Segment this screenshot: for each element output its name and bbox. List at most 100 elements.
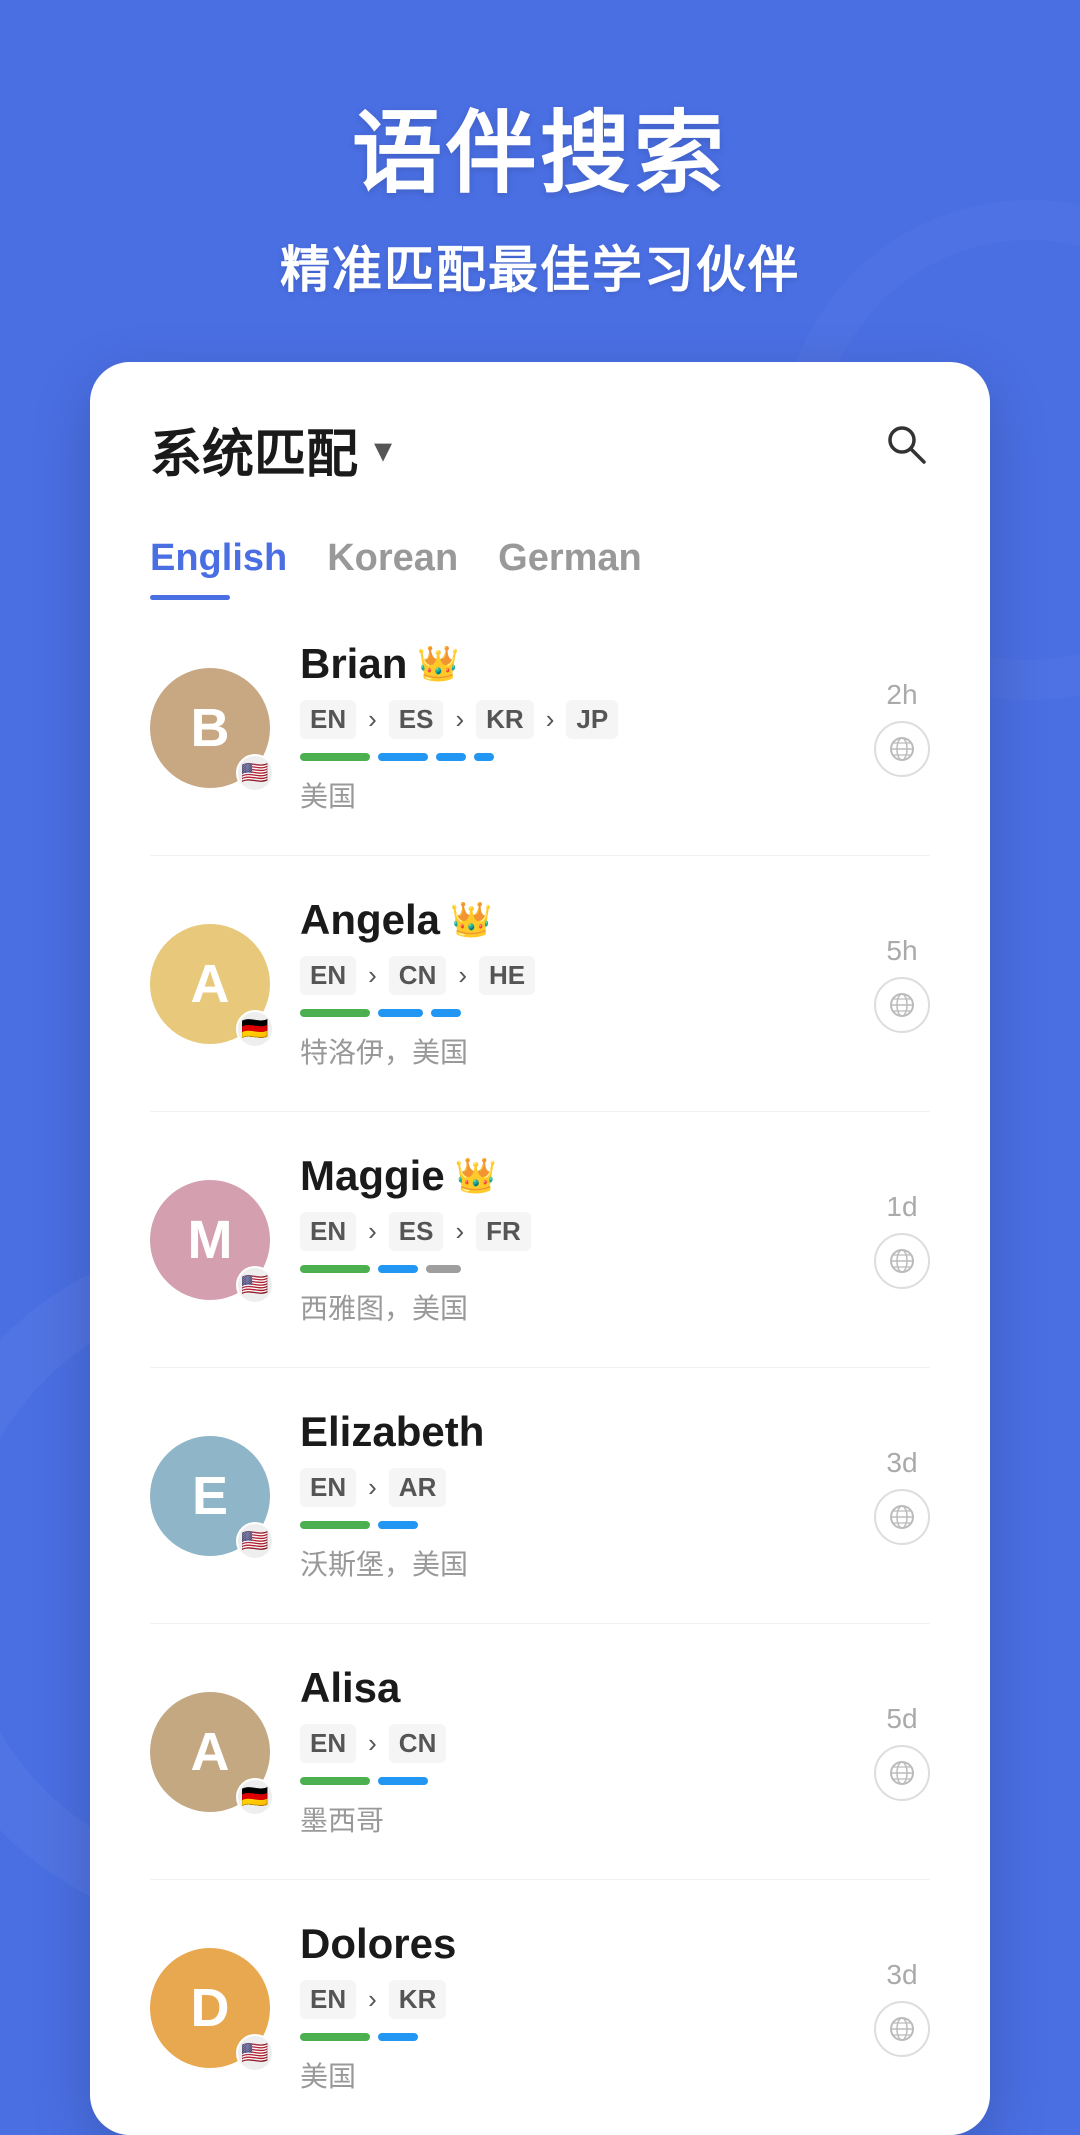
location-text: 墨西哥 (300, 1799, 844, 1839)
user-name: Brian (300, 640, 407, 688)
avatar: D🇺🇸 (150, 1948, 270, 2068)
sub-title: 精准匹配最佳学习伙伴 (280, 230, 800, 302)
avatar: M🇺🇸 (150, 1180, 270, 1300)
lang-tag: EN (300, 700, 356, 739)
globe-icon[interactable] (874, 721, 930, 777)
user-name: Elizabeth (300, 1408, 484, 1456)
user-name: Alisa (300, 1664, 400, 1712)
user-info: Brian👑EN›ES›KR›JP美国 (300, 640, 844, 815)
progress-bar (426, 1265, 461, 1273)
progress-bars (300, 1009, 844, 1017)
user-item[interactable]: E🇺🇸 Elizabeth EN › AR 沃斯堡，美国 3d (150, 1368, 930, 1624)
progress-bar (378, 1009, 423, 1017)
tabs-bar: EnglishKoreanGerman (90, 487, 990, 600)
progress-bar (436, 753, 466, 761)
progress-bars (300, 2033, 844, 2041)
location-text: 特洛伊，美国 (300, 1031, 844, 1071)
progress-bar (300, 1521, 370, 1529)
user-item[interactable]: M🇺🇸Maggie👑EN›ES›FR西雅图，美国1d (150, 1112, 930, 1368)
user-info: DoloresEN›KR美国 (300, 1920, 844, 2095)
progress-bars (300, 1777, 844, 1785)
lang-tag: EN (300, 956, 356, 995)
lang-row: EN›CN (300, 1724, 844, 1763)
lang-row: EN›CN›HE (300, 956, 844, 995)
progress-bar (300, 1009, 370, 1017)
main-card: 系统匹配 ▾ EnglishKoreanGerman B🇺🇸Brian👑EN›E… (90, 362, 990, 2135)
globe-icon[interactable] (874, 1745, 930, 1801)
lang-tag: EN (300, 1468, 356, 1507)
flag-badge: 🇺🇸 (236, 1522, 274, 1560)
time-text: 5h (886, 935, 917, 967)
user-item[interactable]: B🇺🇸Brian👑EN›ES›KR›JP美国2h (150, 600, 930, 856)
page-container: 语伴搜索 精准匹配最佳学习伙伴 系统匹配 ▾ EnglishKoreanGerm… (0, 0, 1080, 2135)
globe-icon[interactable] (874, 1489, 930, 1545)
progress-bar (300, 2033, 370, 2041)
card-header: 系统匹配 ▾ (90, 362, 990, 487)
progress-bar (378, 753, 428, 761)
arrow-icon: › (368, 704, 377, 735)
user-right: 3d (874, 1959, 930, 2057)
user-right: 3d (874, 1447, 930, 1545)
user-info: Angela👑EN›CN›HE特洛伊，美国 (300, 896, 844, 1071)
user-item[interactable]: A🇩🇪AlisaEN›CN墨西哥5d (150, 1624, 930, 1880)
flag-badge: 🇩🇪 (236, 1010, 274, 1048)
lang-tag: EN (300, 1980, 356, 2019)
user-right: 5d (874, 1703, 930, 1801)
location-text: 美国 (300, 2055, 844, 2095)
location-text: 沃斯堡，美国 (300, 1543, 844, 1583)
dropdown-button[interactable]: 系统匹配 ▾ (150, 412, 392, 487)
progress-bar (378, 1777, 428, 1785)
location-text: 美国 (300, 775, 844, 815)
arrow-icon: › (546, 704, 555, 735)
arrow-icon: › (368, 960, 377, 991)
lang-row: EN›ES›FR (300, 1212, 844, 1251)
user-name: Dolores (300, 1920, 456, 1968)
user-info: Elizabeth EN › AR 沃斯堡，美国 (300, 1408, 844, 1583)
crown-icon: 👑 (455, 1156, 497, 1196)
tab-english[interactable]: English (150, 517, 327, 600)
user-right: 1d (874, 1191, 930, 1289)
lang-tag: JP (566, 700, 618, 739)
user-list: B🇺🇸Brian👑EN›ES›KR›JP美国2hA🇩🇪Angela👑EN›CN›… (90, 600, 990, 2135)
progress-bars (300, 753, 844, 761)
arrow-icon: › (368, 1728, 377, 1759)
lang-tag: EN (300, 1724, 356, 1763)
progress-bar (378, 1521, 418, 1529)
globe-icon[interactable] (874, 977, 930, 1033)
flag-badge: 🇺🇸 (236, 2034, 274, 2072)
time-text: 1d (886, 1191, 917, 1223)
user-name: Angela (300, 896, 440, 944)
globe-icon[interactable] (874, 2001, 930, 2057)
flag-badge: 🇺🇸 (236, 754, 274, 792)
progress-bar (378, 2033, 418, 2041)
arrow-icon: › (458, 960, 467, 991)
arrow-icon: › (455, 1216, 464, 1247)
lang-row: EN›ES›KR›JP (300, 700, 844, 739)
progress-bar (300, 1777, 370, 1785)
lang-tag: EN (300, 1212, 356, 1251)
crown-icon: 👑 (417, 644, 459, 684)
avatar: E🇺🇸 (150, 1436, 270, 1556)
user-item[interactable]: D🇺🇸DoloresEN›KR美国3d (150, 1880, 930, 2135)
tab-korean[interactable]: Korean (327, 517, 498, 600)
globe-icon[interactable] (874, 1233, 930, 1289)
progress-bar (300, 1265, 370, 1273)
user-name: Maggie (300, 1152, 445, 1200)
dropdown-label: 系统匹配 (150, 412, 358, 487)
time-text: 3d (886, 1447, 917, 1479)
avatar: A🇩🇪 (150, 1692, 270, 1812)
arrow-icon: › (368, 1472, 377, 1503)
lang-tag: AR (389, 1468, 447, 1507)
search-icon[interactable] (882, 420, 930, 480)
arrow-icon: › (455, 704, 464, 735)
arrow-icon: › (368, 1216, 377, 1247)
crown-icon: 👑 (450, 900, 492, 940)
user-info: AlisaEN›CN墨西哥 (300, 1664, 844, 1839)
lang-row: EN › AR (300, 1468, 844, 1507)
user-right: 5h (874, 935, 930, 1033)
user-item[interactable]: A🇩🇪Angela👑EN›CN›HE特洛伊，美国5h (150, 856, 930, 1112)
user-info: Maggie👑EN›ES›FR西雅图，美国 (300, 1152, 844, 1327)
time-text: 2h (886, 679, 917, 711)
flag-badge: 🇩🇪 (236, 1778, 274, 1816)
tab-german[interactable]: German (498, 517, 682, 600)
